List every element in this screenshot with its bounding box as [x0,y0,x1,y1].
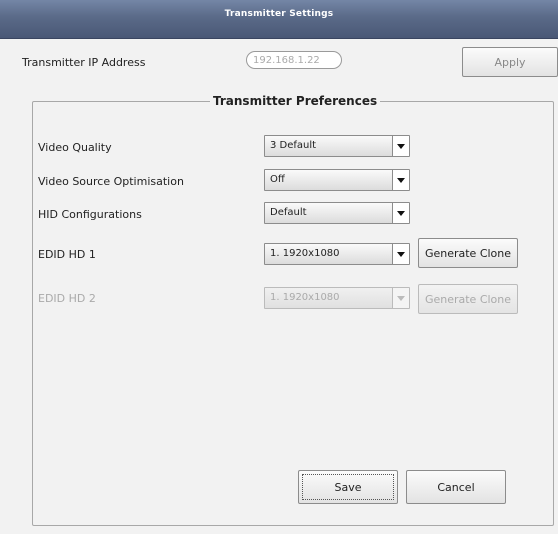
video-quality-value: 3 Default [270,140,317,151]
video-quality-select[interactable]: 3 Default [264,135,410,157]
chevron-down-icon [392,288,409,308]
hid-configurations-select[interactable]: Default [264,202,410,224]
save-button[interactable]: Save [298,470,398,504]
edid-hd1-value: 1. 1920x1080 [270,248,340,259]
chevron-down-icon[interactable] [392,136,409,156]
edid-hd1-select[interactable]: 1. 1920x1080 [264,243,410,265]
chevron-down-icon[interactable] [392,244,409,264]
edid-hd1-generate-clone-button[interactable]: Generate Clone [418,238,518,268]
apply-button[interactable]: Apply [462,47,558,77]
chevron-down-icon[interactable] [392,170,409,190]
window-title: Transmitter Settings [224,9,334,19]
edid-hd2-label: EDID HD 2 [38,292,96,305]
edid-hd2-value: 1. 1920x1080 [270,292,340,303]
ip-address-label: Transmitter IP Address [22,56,146,69]
video-source-optimisation-select[interactable]: Off [264,169,410,191]
cancel-button[interactable]: Cancel [406,470,506,504]
video-source-optimisation-label: Video Source Optimisation [38,175,184,188]
edid-hd2-generate-clone-button: Generate Clone [418,284,518,314]
edid-hd2-select: 1. 1920x1080 [264,287,410,309]
hid-configurations-value: Default [270,207,307,218]
preferences-group-title: Transmitter Preferences [210,94,381,108]
video-quality-label: Video Quality [38,141,112,154]
edid-hd1-label: EDID HD 1 [38,248,96,261]
hid-configurations-label: HID Configurations [38,208,142,221]
video-source-optimisation-value: Off [270,174,285,185]
chevron-down-icon[interactable] [392,203,409,223]
title-bar: Transmitter Settings [0,0,558,39]
ip-address-input[interactable] [246,51,342,69]
